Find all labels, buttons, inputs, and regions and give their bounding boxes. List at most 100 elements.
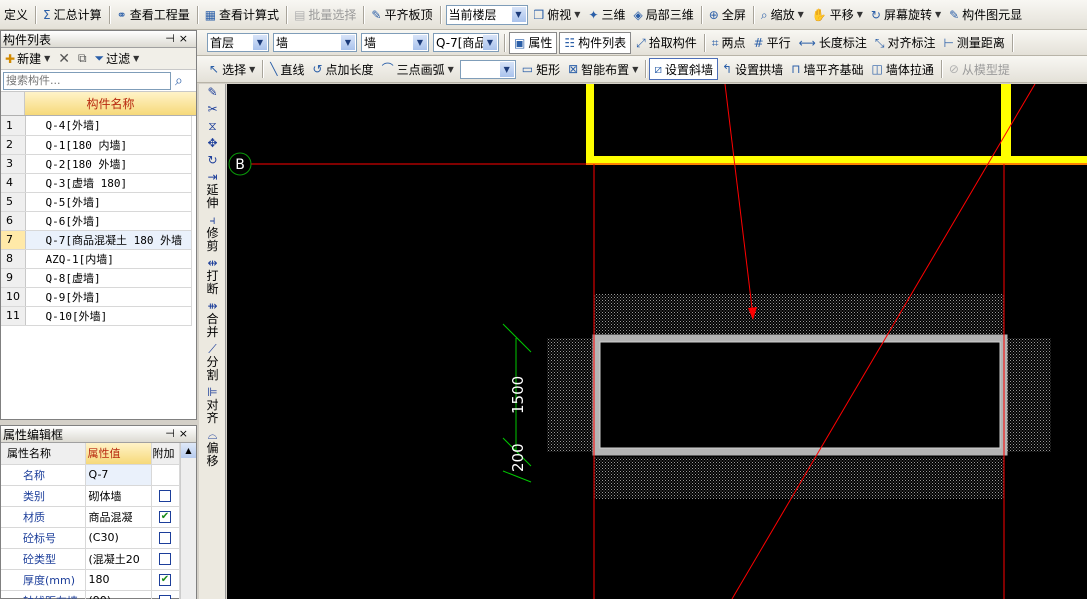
list-item[interactable]: 6 Q-6[外墙] bbox=[1, 211, 192, 231]
property-row[interactable]: 砼标号 (C30) bbox=[1, 527, 180, 549]
checkbox[interactable] bbox=[159, 553, 171, 565]
tb1b-item-6-button[interactable]: ↻ 屏幕旋转 ▼ bbox=[867, 4, 945, 26]
list-item[interactable]: 3 Q-2[180 外墙] bbox=[1, 154, 192, 174]
property-row[interactable]: 名称 Q-7 bbox=[1, 464, 180, 486]
tb1b-item-0-button[interactable]: ❒ 俯视 ▼ bbox=[530, 4, 585, 26]
tb3-item-6-button[interactable]: ⧄ 设置斜墙 bbox=[649, 58, 718, 80]
filter-button[interactable]: ⏷ 过滤 ▼ bbox=[95, 50, 140, 67]
new-icon: ✚ bbox=[5, 51, 16, 66]
combo-3[interactable]: Q-7[商品混▼ bbox=[433, 33, 499, 52]
tb2-item-1-button[interactable]: ☷ 构件列表 bbox=[559, 31, 632, 54]
drawing-canvas[interactable]: B 1500 200 bbox=[227, 84, 1087, 599]
edit-tool-5[interactable]: ⇥ 延伸 bbox=[199, 169, 226, 212]
checkbox[interactable] bbox=[159, 595, 171, 599]
hatch-left bbox=[547, 338, 594, 452]
tb2-item-0-icon: ▣ bbox=[514, 35, 526, 50]
dimension-200[interactable]: 200 bbox=[509, 443, 527, 472]
property-header-row: 属性名称 属性值 附加 bbox=[1, 443, 180, 465]
tb1b-item-5-button[interactable]: ✋ 平移 ▼ bbox=[808, 4, 867, 26]
tb1b-item-2-button[interactable]: ◈ 局部三维 bbox=[630, 4, 698, 26]
tb1b-item-1-icon: ✦ bbox=[588, 7, 599, 22]
tb3-item-2-button[interactable]: ↺ 点加长度 bbox=[308, 58, 377, 80]
checkbox[interactable]: ✔ bbox=[159, 574, 171, 586]
column-header-name[interactable]: 构件名称 bbox=[25, 92, 196, 115]
tb1b-item-2-icon: ◈ bbox=[633, 7, 643, 22]
tb3-item-5-button[interactable]: ⊠ 智能布置 ▼ bbox=[564, 58, 642, 80]
tb2-item-0-button[interactable]: ▣ 属性 bbox=[509, 31, 558, 54]
list-item[interactable]: 1 Q-4[外墙] bbox=[1, 116, 192, 136]
edit-tool-9[interactable]: ⟋ 分割 bbox=[199, 341, 226, 384]
tb3-item-0-button[interactable]: ↖ 选择 ▼ bbox=[205, 58, 259, 80]
tb2-item-7-button[interactable]: ⊢ 测量距离 bbox=[939, 32, 1008, 54]
checkbox[interactable]: ✔ bbox=[159, 511, 171, 523]
edit-tool-1[interactable]: ✂ bbox=[199, 101, 226, 118]
chevron-down-icon: ▼ bbox=[574, 10, 581, 19]
delete-icon[interactable]: ✕ bbox=[58, 51, 70, 67]
tb3-item-3-button[interactable]: ⌒ 三点画弧 ▼ bbox=[378, 58, 458, 80]
tb3-item-10-button[interactable]: ⊘ 从模型提 bbox=[945, 58, 1014, 80]
tb1-item-3-button[interactable]: ▦ 查看计算式 bbox=[201, 4, 283, 26]
tb1-item-2-button[interactable]: ⚭ 查看工程量 bbox=[113, 4, 194, 26]
tb1-item-4-button[interactable]: ▤ 批量选择 bbox=[290, 4, 360, 26]
property-row[interactable]: 类别 砌体墙 bbox=[1, 485, 180, 507]
tb3-item-7-button[interactable]: ↰ 设置拱墙 bbox=[718, 58, 787, 80]
search-input[interactable] bbox=[3, 71, 171, 90]
tb3-item-4-button[interactable]: ▭ 矩形 bbox=[518, 58, 564, 80]
edit-tool-8[interactable]: ⇻ 合并 bbox=[199, 298, 226, 341]
copy-icon[interactable]: ⧉ bbox=[78, 51, 87, 66]
list-item[interactable]: 9 Q-8[虚墙] bbox=[1, 268, 192, 288]
edit-tool-7[interactable]: ⇹ 打断 bbox=[199, 255, 226, 298]
tb2-item-5-button[interactable]: ⟷ 长度标注 bbox=[795, 32, 871, 54]
property-row[interactable]: 厚度(mm) 180 ✔ bbox=[1, 569, 180, 591]
edit-tool-4[interactable]: ↻ bbox=[199, 152, 226, 169]
edit-tool-3[interactable]: ✥ bbox=[199, 135, 226, 152]
combo-2[interactable]: 墙 ▼ bbox=[361, 33, 429, 52]
tb2-item-4-button[interactable]: # 平行 bbox=[750, 32, 795, 54]
tb1-item-1-button[interactable]: Σ 汇总计算 bbox=[39, 4, 106, 26]
list-item[interactable]: 10 Q-9[外墙] bbox=[1, 287, 192, 307]
floor-select[interactable]: 当前楼层 ▼ bbox=[445, 4, 528, 25]
edit-tool-0[interactable]: ✎ bbox=[199, 84, 226, 101]
list-item[interactable]: 11 Q-10[外墙] bbox=[1, 306, 192, 326]
checkbox[interactable] bbox=[159, 490, 171, 502]
edit-tool-11[interactable]: ⌓ 偏移 bbox=[199, 427, 226, 470]
scroll-up-icon[interactable]: ▲ bbox=[181, 443, 196, 458]
tb1-item-5-button[interactable]: ✎ 平齐板顶 bbox=[367, 4, 436, 26]
tb1-item-0-button[interactable]: 定义 bbox=[0, 4, 32, 26]
tb1b-item-4-button[interactable]: ⌕ 缩放 ▼ bbox=[757, 4, 808, 26]
property-row[interactable]: 砼类型 (混凝土20 bbox=[1, 548, 180, 570]
property-panel: 属性编辑框 ⊣× 属性名称 属性值 附加 名称 Q-7 类别 砌体墙 材质 商品混凝 ✔ 砼标… bbox=[0, 425, 197, 599]
pin-close-icon[interactable]: ⊣× bbox=[165, 427, 192, 440]
edit-tool-2[interactable]: ⧖ bbox=[199, 118, 226, 135]
tb2-item-2-button[interactable]: ⤢ 拾取构件 bbox=[632, 32, 701, 54]
dimension-1500[interactable]: 1500 bbox=[509, 376, 527, 414]
list-item[interactable]: 7 Q-7[商品混凝土 180 外墙 bbox=[1, 230, 192, 250]
list-item[interactable]: 5 Q-5[外墙] bbox=[1, 192, 192, 212]
tb3-item-9-button[interactable]: ◫ 墙体拉通 bbox=[867, 58, 937, 80]
new-button[interactable]: ✚ 新建 ▼ bbox=[5, 50, 50, 67]
tb3-item-1-button[interactable]: ╲ 直线 bbox=[266, 58, 308, 80]
pin-close-icon[interactable]: ⊣× bbox=[165, 32, 192, 45]
checkbox[interactable] bbox=[159, 532, 171, 544]
tb1-item-1-icon: Σ bbox=[43, 7, 51, 22]
tb1b-item-3-button[interactable]: ⊕ 全屏 bbox=[705, 4, 750, 26]
property-row[interactable]: 材质 商品混凝 ✔ bbox=[1, 506, 180, 528]
tb2-item-3-button[interactable]: ⌗ 两点 bbox=[708, 32, 750, 54]
tb1b-item-7-button[interactable]: ✎ 构件图元显 bbox=[945, 4, 1026, 26]
edit-tool-10[interactable]: ⊫ 对齐 bbox=[199, 384, 226, 427]
edit-tool-6[interactable]: ⫞ 修剪 bbox=[199, 212, 226, 255]
tb2-item-6-button[interactable]: ⤡ 对齐标注 bbox=[871, 32, 940, 54]
property-row[interactable]: 轴线距左墙(90) bbox=[1, 590, 180, 599]
tb3-item-8-button[interactable]: ⊓ 墙平齐基础 bbox=[787, 58, 867, 80]
scrollbar[interactable]: ▲ bbox=[180, 443, 196, 599]
search-icon[interactable]: ⌕ bbox=[175, 73, 183, 89]
list-item[interactable]: 4 Q-3[虚墙 180] bbox=[1, 173, 192, 193]
combo-0[interactable]: 首层 ▼ bbox=[207, 33, 269, 52]
list-item[interactable]: 2 Q-1[180 内墙] bbox=[1, 135, 192, 155]
combo-1[interactable]: 墙 ▼ bbox=[273, 33, 357, 52]
cad-drawing: B 1500 200 bbox=[228, 84, 1087, 599]
line-style-combo[interactable]: ▼ bbox=[459, 59, 516, 79]
list-item[interactable]: 8 AZQ-1[内墙] bbox=[1, 249, 192, 269]
yellow-wall-mid[interactable] bbox=[1001, 84, 1011, 164]
tb1b-item-1-button[interactable]: ✦ 三维 bbox=[584, 4, 629, 26]
